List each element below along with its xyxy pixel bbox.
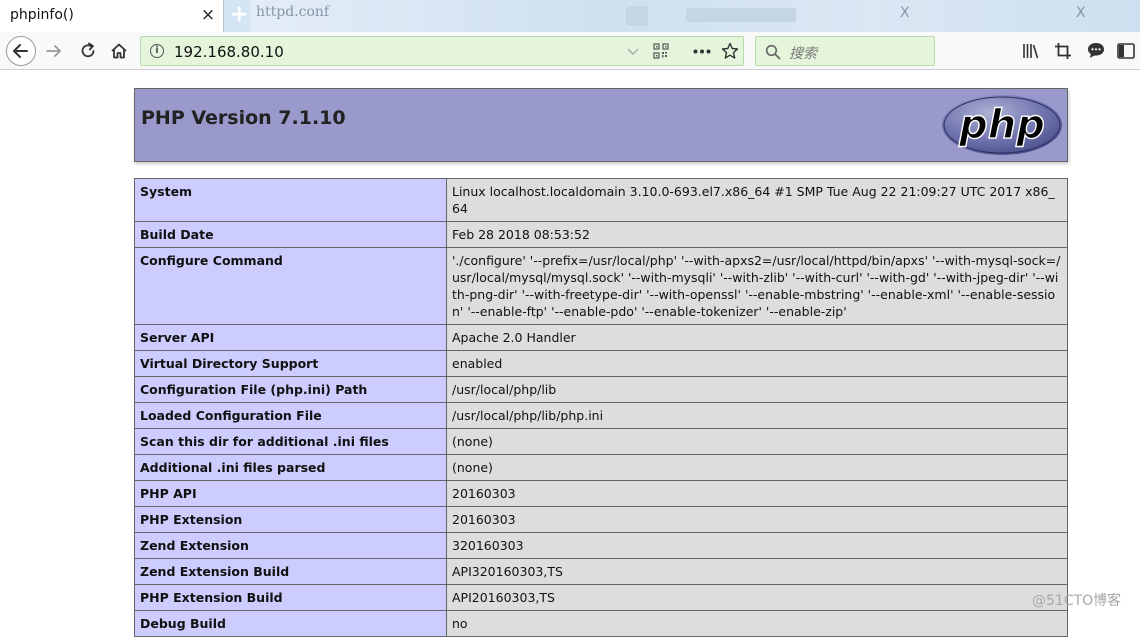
row-key: Loaded Configuration File: [134, 402, 447, 429]
row-key: Additional .ini files parsed: [134, 454, 447, 481]
row-value: /usr/local/php/lib: [446, 376, 1068, 403]
tab-strip: httpd.conf X X phpinfo() × +: [0, 0, 1140, 32]
tab-phpinfo[interactable]: phpinfo() ×: [0, 0, 224, 32]
php-version-header: PHP Version 7.1.10 php: [134, 88, 1068, 162]
background-window-close-2: X: [1076, 5, 1086, 21]
row-key: Virtual Directory Support: [134, 350, 447, 377]
page-actions-icon[interactable]: [693, 49, 711, 54]
row-value: (none): [446, 454, 1068, 481]
tab-close-icon[interactable]: ×: [198, 5, 218, 25]
background-window-icon: [626, 6, 648, 26]
row-value: 320160303: [446, 532, 1068, 559]
row-value: 20160303: [446, 506, 1068, 533]
table-row: Additional .ini files parsed (none): [134, 454, 1068, 481]
page-title: PHP Version 7.1.10: [141, 107, 346, 129]
row-key: PHP Extension Build: [134, 584, 447, 611]
row-value: enabled: [446, 350, 1068, 377]
background-window-label: [686, 8, 796, 22]
new-tab-button[interactable]: +: [230, 2, 248, 27]
row-key: System: [134, 178, 447, 222]
table-row: PHP Extension 20160303: [134, 506, 1068, 533]
screenshot-crop-icon[interactable]: [1054, 42, 1072, 60]
chevron-down-icon[interactable]: [627, 47, 639, 57]
table-row: Zend Extension Build API320160303,TS: [134, 558, 1068, 585]
background-window: httpd.conf X X: [250, 0, 1140, 32]
background-window-close: X: [900, 5, 910, 21]
php-logo-text: php: [958, 102, 1045, 148]
row-key: Debug Build: [134, 610, 447, 637]
back-button[interactable]: [6, 36, 36, 66]
row-key: Build Date: [134, 221, 447, 248]
table-row: Server API Apache 2.0 Handler: [134, 324, 1068, 351]
table-row: PHP Extension Build API20160303,TS: [134, 584, 1068, 611]
chat-icon[interactable]: [1086, 41, 1106, 60]
table-row: Zend Extension 320160303: [134, 532, 1068, 559]
row-value: Linux localhost.localdomain 3.10.0-693.e…: [446, 178, 1068, 222]
tab-title: phpinfo(): [10, 7, 74, 23]
row-value: Apache 2.0 Handler: [446, 324, 1068, 351]
row-key: PHP Extension: [134, 506, 447, 533]
sidebar-icon[interactable]: [1117, 42, 1135, 60]
library-icon[interactable]: [1022, 42, 1040, 60]
table-row: System Linux localhost.localdomain 3.10.0…: [134, 178, 1068, 222]
row-value: API320160303,TS: [446, 558, 1068, 585]
table-row: Loaded Configuration File/usr/local/php/…: [134, 402, 1068, 429]
row-key: Zend Extension: [134, 532, 447, 559]
row-value: (none): [446, 428, 1068, 455]
row-value: 20160303: [446, 480, 1068, 507]
address-bar[interactable]: i 192.168.80.10: [140, 36, 744, 66]
row-key: Configuration File (php.ini) Path: [134, 376, 447, 403]
table-row: Debug Build no: [134, 610, 1068, 637]
table-row: Configure Command './configure' '--prefix…: [134, 247, 1068, 325]
qr-code-icon[interactable]: [653, 43, 669, 59]
search-icon: [765, 44, 781, 60]
row-key: PHP API: [134, 480, 447, 507]
php-info-table: System Linux localhost.localdomain 3.10.0…: [134, 178, 1068, 637]
url-text[interactable]: 192.168.80.10: [174, 43, 284, 61]
table-row: Scan this dir for additional .ini files(…: [134, 428, 1068, 455]
row-key: Server API: [134, 324, 447, 351]
home-icon[interactable]: [109, 41, 129, 61]
table-row: Build Date Feb 28 2018 08:53:52: [134, 221, 1068, 248]
row-value: Feb 28 2018 08:53:52: [446, 221, 1068, 248]
row-value: API20160303,TS: [446, 584, 1068, 611]
watermark: @51CTO博客: [1032, 593, 1122, 609]
site-info-icon[interactable]: i: [150, 44, 164, 58]
forward-button[interactable]: [44, 42, 64, 60]
background-window-title: httpd.conf: [256, 4, 330, 20]
row-value: no: [446, 610, 1068, 637]
table-row: Virtual Directory Support enabled: [134, 350, 1068, 377]
bookmark-star-icon[interactable]: [721, 42, 739, 60]
search-placeholder: 搜索: [789, 46, 817, 62]
row-key: Scan this dir for additional .ini files: [134, 428, 447, 455]
back-arrow-icon: [13, 44, 28, 58]
row-value: /usr/local/php/lib/php.ini: [446, 402, 1068, 429]
navigation-toolbar: i 192.168.80.10 搜索: [0, 32, 1140, 70]
row-value: './configure' '--prefix=/usr/local/php' …: [446, 247, 1068, 325]
table-row: Configuration File (php.ini) Path/usr/lo…: [134, 376, 1068, 403]
table-row: PHP API 20160303: [134, 480, 1068, 507]
row-key: Configure Command: [134, 247, 447, 325]
php-logo: php: [942, 95, 1062, 155]
reload-icon[interactable]: [78, 41, 98, 61]
row-key: Zend Extension Build: [134, 558, 447, 585]
search-input[interactable]: 搜索: [755, 36, 935, 66]
